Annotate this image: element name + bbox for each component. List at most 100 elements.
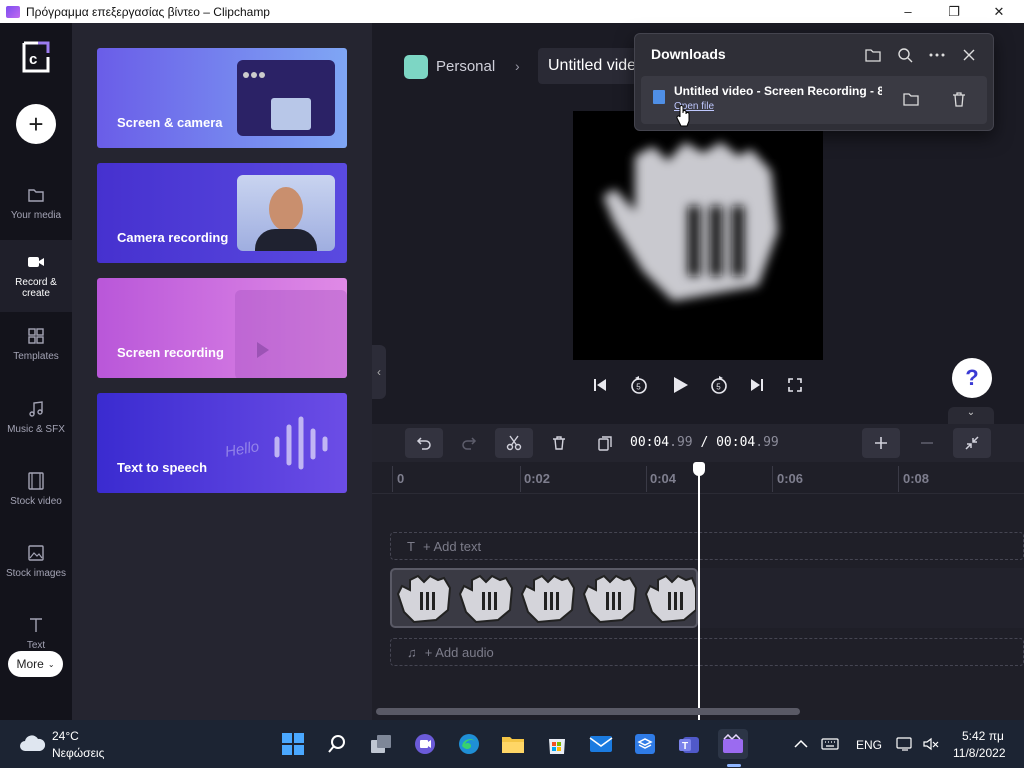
timeline-toolbar: 00:04.99 / 00:04.99	[372, 424, 1024, 462]
mail-icon	[589, 736, 613, 752]
timeline-scrollbar[interactable]	[376, 708, 800, 715]
zoom-out-button[interactable]	[908, 428, 946, 458]
nav-record-create[interactable]: Record & create	[0, 240, 72, 312]
card-camera-recording[interactable]: Camera recording	[97, 163, 347, 263]
delete-download-button[interactable]	[945, 86, 973, 112]
more-button[interactable]: More ⌄	[8, 651, 63, 677]
more-options-button[interactable]	[923, 42, 951, 68]
fit-timeline-button[interactable]	[953, 428, 991, 458]
minus-icon	[921, 442, 933, 444]
nav-label-templates: Templates	[13, 351, 59, 362]
fullscreen-button[interactable]	[782, 372, 808, 398]
mail-button[interactable]	[586, 729, 616, 759]
breadcrumb-workspace[interactable]: Personal	[436, 58, 495, 75]
undo-button[interactable]	[405, 428, 443, 458]
hand-pointer-cursor-icon	[676, 105, 690, 127]
teams-button[interactable]: T	[674, 729, 704, 759]
add-text-track[interactable]: T + Add text	[390, 532, 1024, 560]
nav-label-text: Text	[26, 640, 46, 651]
split-button[interactable]	[495, 428, 533, 458]
volume-button[interactable]	[918, 729, 944, 759]
nav-templates[interactable]: Templates	[0, 327, 72, 379]
clipchamp-taskbar-button[interactable]	[718, 729, 748, 759]
windows-taskbar: 24°C Νεφώσεις T ENG 5:42 πμ 11/8/2022	[0, 720, 1024, 768]
tts-hello-watermark: Hello	[223, 438, 261, 461]
download-filename: Untitled video - Screen Recording - 8_1	[674, 84, 882, 98]
skip-back-icon	[594, 379, 606, 391]
folder-icon	[865, 49, 881, 62]
ruler-label-0: 0	[397, 471, 405, 486]
close-window-button[interactable]: ✕	[976, 0, 1022, 23]
card-label-camera-recording: Camera recording	[117, 230, 229, 245]
nav-your-media[interactable]: Your media	[0, 183, 72, 247]
playhead-handle[interactable]	[693, 462, 705, 476]
task-view-button[interactable]	[366, 729, 396, 759]
zoom-in-button[interactable]	[862, 428, 900, 458]
redo-button[interactable]	[450, 428, 488, 458]
card-screen-camera[interactable]: Screen & camera	[97, 48, 347, 148]
collapse-panel-button[interactable]: ‹	[372, 345, 386, 399]
project-title-input[interactable]: Untitled video	[538, 48, 648, 84]
clock-date[interactable]: 11/8/2022	[953, 746, 1006, 760]
card-text-to-speech[interactable]: Hello Text to speech	[97, 393, 347, 493]
search-downloads-button[interactable]	[891, 42, 919, 68]
clock-time[interactable]: 5:42 πμ	[962, 729, 1004, 743]
microsoft-store-button[interactable]	[542, 729, 572, 759]
delete-button[interactable]	[540, 428, 578, 458]
svg-text:5: 5	[636, 383, 641, 392]
skip-to-start-button[interactable]	[587, 372, 613, 398]
nav-stock-images[interactable]: Stock images	[0, 544, 72, 596]
card-label-screen-camera: Screen & camera	[117, 115, 223, 130]
skip-to-end-button[interactable]	[744, 372, 770, 398]
duplicate-icon	[598, 436, 612, 451]
network-status-button[interactable]	[892, 729, 918, 759]
teams-chat-button[interactable]	[410, 729, 440, 759]
show-in-folder-button[interactable]	[897, 86, 925, 112]
close-downloads-button[interactable]	[955, 42, 983, 68]
time-current: 00:04	[630, 435, 670, 450]
video-preview	[573, 111, 823, 360]
touch-keyboard-button[interactable]	[815, 729, 845, 759]
download-item[interactable]: Untitled video - Screen Recording - 8_1 …	[641, 76, 987, 124]
forward-5s-button[interactable]: 5	[706, 372, 732, 398]
active-app-indicator	[727, 764, 741, 767]
redo-icon	[462, 437, 477, 450]
clipchamp-logo[interactable]: c	[18, 39, 54, 75]
card-label-screen-recording: Screen recording	[117, 345, 224, 360]
left-navigation: c + Your media Record & create Templates…	[0, 23, 72, 720]
timecode: 00:04.99 / 00:04.99	[630, 435, 779, 450]
weather-temperature[interactable]: 24°C	[52, 729, 79, 743]
playhead[interactable]	[698, 464, 700, 720]
help-button[interactable]: ?	[952, 358, 992, 398]
ruler-tick	[898, 466, 899, 492]
nav-music-sfx[interactable]: Music & SFX	[0, 400, 72, 452]
card-screen-recording[interactable]: Screen recording	[97, 278, 347, 378]
play-icon	[674, 377, 688, 393]
show-hidden-icons-button[interactable]	[786, 729, 816, 759]
stacked-app-button[interactable]	[630, 729, 660, 759]
rewind-5s-button[interactable]: 5	[626, 372, 652, 398]
search-icon	[328, 735, 345, 753]
taskbar-search-button[interactable]	[322, 729, 352, 759]
file-explorer-button[interactable]	[498, 729, 528, 759]
ellipsis-icon	[929, 53, 945, 57]
weather-description[interactable]: Νεφώσεις	[52, 746, 104, 760]
collapse-timeline-button[interactable]: ⌄	[948, 407, 994, 424]
timeline: 00:04.99 / 00:04.99 0 0:02 0:04 0:06 0:0…	[372, 424, 1024, 720]
folder-icon	[502, 737, 524, 753]
trash-icon	[953, 92, 965, 107]
duplicate-button[interactable]	[586, 428, 624, 458]
video-clip[interactable]	[390, 568, 698, 628]
start-button[interactable]	[278, 729, 308, 759]
maximize-button[interactable]: ❐	[931, 0, 977, 23]
nav-stock-video[interactable]: Stock video	[0, 472, 72, 524]
create-new-button[interactable]: +	[16, 104, 56, 144]
open-downloads-folder-button[interactable]	[859, 42, 887, 68]
add-audio-track[interactable]: ♫ + Add audio	[390, 638, 1024, 666]
edge-browser-button[interactable]	[454, 729, 484, 759]
minimize-button[interactable]: –	[885, 0, 931, 23]
svg-text:c: c	[29, 51, 37, 68]
play-button[interactable]	[667, 372, 693, 398]
input-language[interactable]: ENG	[856, 738, 882, 752]
time-current-frac: .99	[669, 435, 693, 450]
